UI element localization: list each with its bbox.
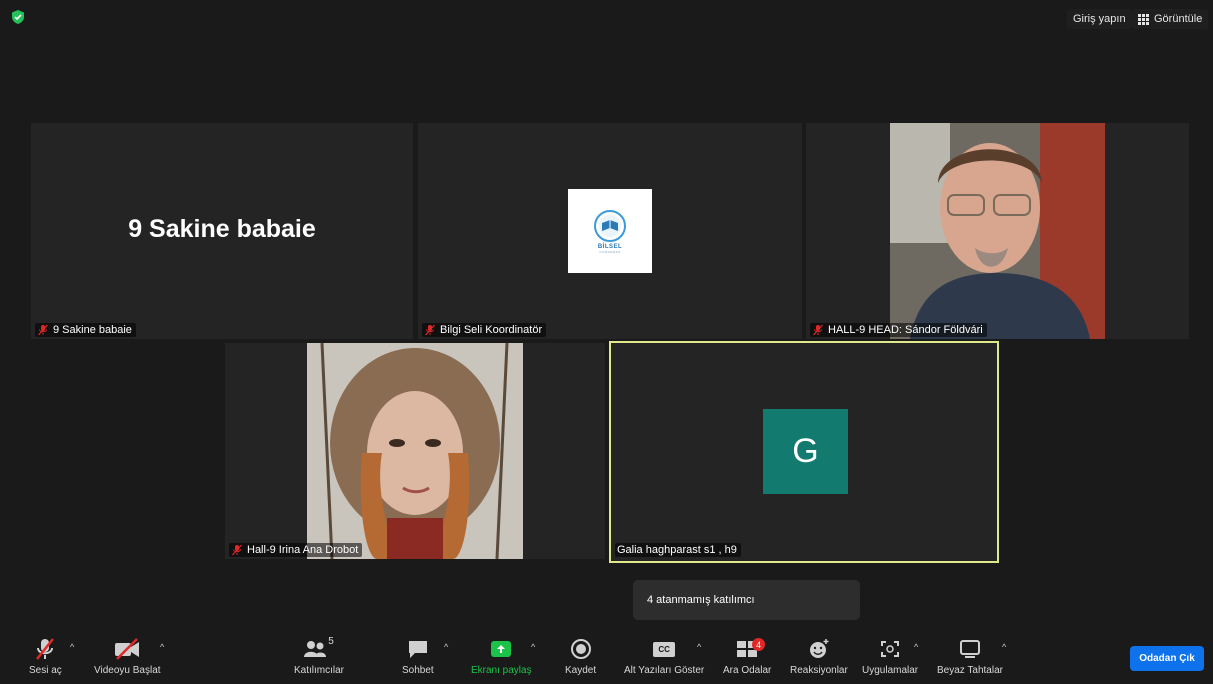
captions-label: Alt Yazıları Göster: [624, 665, 705, 676]
share-screen-icon: [491, 641, 512, 657]
bilsel-logo: BİLSEL CONGRESS: [568, 189, 652, 273]
record-button[interactable]: Kaydet: [565, 636, 596, 676]
meeting-toolbar: Sesi aç ^ Videoyu Başlat ^ 5 Katılımcıla…: [0, 630, 1213, 684]
tile-name-text: Bilgi Seli Koordinatör: [440, 324, 543, 336]
video-tile-irina[interactable]: Hall-9 Irina Ana Drobot: [225, 343, 605, 559]
muted-mic-icon: [38, 324, 48, 336]
tile-name-text: 9 Sakine babaie: [53, 324, 132, 336]
apps-button[interactable]: Uygulamalar: [862, 636, 918, 676]
avatar: G: [763, 409, 848, 494]
globe-book-icon: [594, 209, 626, 242]
chat-button[interactable]: Sohbet: [402, 636, 434, 676]
tile-name-label: Bilgi Seli Koordinatör: [422, 323, 547, 337]
muted-mic-icon: [36, 638, 55, 660]
participant-display-name: 9 Sakine babaie: [128, 215, 316, 243]
video-tile-bilgi-seli[interactable]: BİLSEL CONGRESS Bilgi Seli Koordinatör: [418, 123, 802, 339]
whiteboard-button[interactable]: Beyaz Tahtalar: [937, 636, 1003, 676]
chat-options-caret[interactable]: ^: [444, 642, 448, 652]
share-screen-button[interactable]: Ekranı paylaş: [471, 636, 532, 676]
breakout-rooms-label: Ara Odalar: [723, 665, 772, 676]
view-label: Görüntüle: [1154, 13, 1203, 25]
muted-mic-icon: [232, 544, 242, 556]
unmute-label: Sesi aç: [29, 665, 62, 676]
tooltip-text: 4 atanmamış katılımcı: [647, 594, 755, 606]
audio-options-caret[interactable]: ^: [70, 642, 74, 652]
apps-label: Uygulamalar: [862, 665, 919, 676]
share-options-caret[interactable]: ^: [531, 642, 535, 652]
tile-name-label: HALL-9 HEAD: Sándor Földvári: [810, 323, 987, 337]
participants-label: Katılımcılar: [294, 665, 345, 676]
shield-icon[interactable]: [10, 9, 26, 25]
participants-icon: [304, 641, 327, 657]
participants-button[interactable]: 5 Katılımcılar: [294, 636, 344, 676]
cc-icon: CC: [653, 641, 676, 657]
apps-icon: [881, 641, 900, 657]
apps-options-caret[interactable]: ^: [914, 642, 918, 652]
share-screen-label: Ekranı paylaş: [471, 665, 532, 676]
video-tile-sandor[interactable]: HALL-9 HEAD: Sándor Földvári: [806, 123, 1189, 339]
top-bar: Giriş yapın Görüntüle: [0, 0, 1213, 40]
reactions-label: Reaksiyonlar: [790, 665, 848, 676]
grid-icon: [1138, 13, 1149, 25]
logo-subtitle: CONGRESS: [599, 249, 621, 254]
tile-name-text: HALL-9 HEAD: Sándor Földvári: [828, 324, 983, 336]
record-label: Kaydet: [565, 665, 597, 676]
unassigned-participants-tooltip: 4 atanmamış katılımcı: [633, 580, 860, 620]
tile-name-label: 9 Sakine babaie: [35, 323, 136, 337]
whiteboard-label: Beyaz Tahtalar: [937, 665, 1003, 676]
muted-mic-icon: [813, 324, 823, 336]
video-tile-sakine[interactable]: 9 Sakine babaie 9 Sakine babaie: [31, 123, 413, 339]
participant-photo: [307, 343, 523, 559]
view-button[interactable]: Görüntüle: [1132, 9, 1209, 29]
video-tile-galia[interactable]: G Galia haghparast s1 , h9: [609, 341, 999, 563]
whiteboard-icon: [959, 640, 980, 658]
signin-label: Giriş yapın: [1073, 13, 1126, 25]
start-video-button[interactable]: Videoyu Başlat: [94, 636, 161, 676]
start-video-label: Videoyu Başlat: [94, 665, 161, 676]
leave-room-button[interactable]: Odadan Çık: [1130, 646, 1204, 671]
leave-room-label: Odadan Çık: [1139, 653, 1195, 664]
muted-mic-icon: [425, 324, 435, 336]
participant-count: 5: [328, 636, 334, 647]
signin-button[interactable]: Giriş yapın: [1067, 9, 1132, 29]
breakout-badge: 4: [752, 638, 766, 651]
video-options-caret[interactable]: ^: [160, 642, 164, 652]
tile-name-label: Galia haghparast s1 , h9: [615, 543, 741, 557]
participant-photo: [890, 123, 1105, 339]
breakout-rooms-button[interactable]: 4 Ara Odalar: [723, 636, 771, 676]
record-icon: [570, 639, 591, 659]
tile-name-label: Hall-9 Irina Ana Drobot: [229, 543, 363, 557]
chat-label: Sohbet: [402, 665, 434, 676]
tile-name-text: Galia haghparast s1 , h9: [617, 544, 737, 556]
reactions-icon: [809, 639, 829, 658]
reactions-button[interactable]: Reaksiyonlar: [790, 636, 848, 676]
unmute-button[interactable]: Sesi aç: [29, 636, 62, 676]
tile-name-text: Hall-9 Irina Ana Drobot: [247, 544, 359, 556]
captions-options-caret[interactable]: ^: [697, 642, 701, 652]
avatar-letter: G: [792, 432, 819, 470]
captions-button[interactable]: CC Alt Yazıları Göster: [624, 636, 704, 676]
whiteboard-options-caret[interactable]: ^: [1002, 642, 1006, 652]
video-off-icon: [115, 638, 140, 660]
chat-icon: [408, 641, 427, 658]
